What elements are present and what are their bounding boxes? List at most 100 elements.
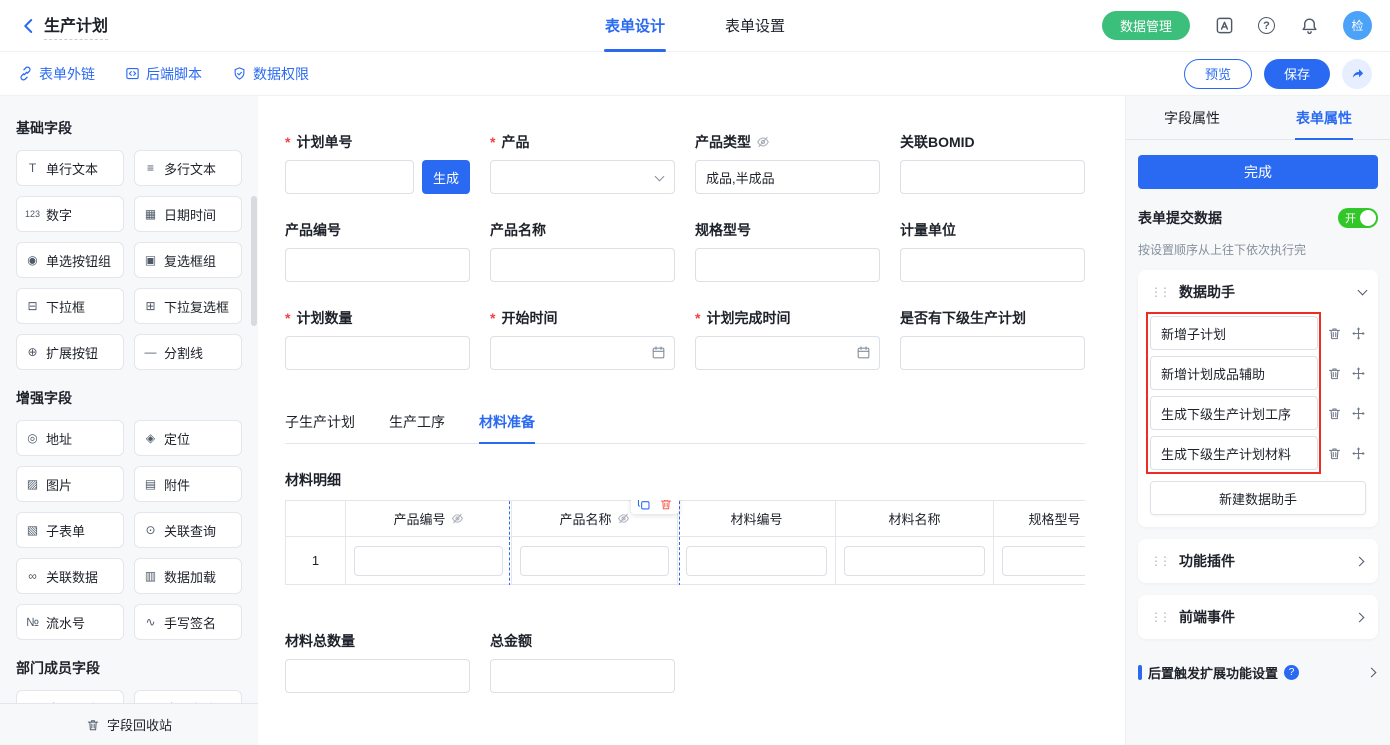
form-title[interactable]: 生产计划 bbox=[44, 12, 108, 40]
move-assistant-icon[interactable] bbox=[1351, 446, 1366, 461]
avatar[interactable]: 检 bbox=[1343, 11, 1372, 40]
external-link-action[interactable]: 表单外链 bbox=[18, 64, 95, 84]
col-header-material-code[interactable]: 材料编号 bbox=[678, 501, 836, 537]
has-sub-plan-input[interactable] bbox=[900, 336, 1085, 370]
field-plan-qty[interactable]: 计划数量 bbox=[285, 308, 470, 370]
tab-form-design[interactable]: 表单设计 bbox=[605, 0, 665, 52]
drag-handle-icon[interactable]: ⋮⋮ bbox=[1150, 285, 1171, 299]
help-icon[interactable]: ? bbox=[1284, 665, 1299, 680]
field-item-image[interactable]: ▨图片 bbox=[16, 466, 124, 502]
field-item-extend-button[interactable]: ⊕扩展按钮 bbox=[16, 334, 124, 370]
copy-column-icon[interactable] bbox=[637, 500, 651, 511]
field-item-multi-text[interactable]: ≡多行文本 bbox=[134, 150, 242, 186]
help-icon[interactable]: ? bbox=[1258, 17, 1275, 34]
field-item-lookup[interactable]: ⊙关联查询 bbox=[134, 512, 242, 548]
unit-input[interactable] bbox=[900, 248, 1085, 282]
field-plan-no[interactable]: 计划单号 生成 bbox=[285, 132, 470, 194]
delete-assistant-icon[interactable] bbox=[1327, 406, 1342, 421]
cell-material-name-input[interactable] bbox=[844, 546, 985, 576]
spec-input[interactable] bbox=[695, 248, 880, 282]
cell-material-code-input[interactable] bbox=[686, 546, 827, 576]
total-amount-input[interactable] bbox=[490, 659, 675, 693]
field-item-datetime[interactable]: ▦日期时间 bbox=[134, 196, 242, 232]
move-assistant-icon[interactable] bbox=[1351, 326, 1366, 341]
back-icon[interactable] bbox=[18, 15, 40, 37]
field-item-multi-select[interactable]: ⊞下拉复选框 bbox=[134, 288, 242, 324]
product-select[interactable] bbox=[490, 160, 675, 194]
col-header-product-name[interactable]: 产品名称 bbox=[512, 501, 678, 537]
notification-bell-icon[interactable] bbox=[1299, 16, 1319, 36]
field-item-data-load[interactable]: ▥数据加载 bbox=[134, 558, 242, 594]
cell-spec-input[interactable] bbox=[1002, 546, 1085, 576]
done-button[interactable]: 完成 bbox=[1138, 155, 1378, 189]
field-item-relation-data[interactable]: ∞关联数据 bbox=[16, 558, 124, 594]
field-item-single-text[interactable]: T单行文本 bbox=[16, 150, 124, 186]
data-manage-button[interactable]: 数据管理 bbox=[1102, 11, 1190, 40]
field-start-time[interactable]: 开始时间 bbox=[490, 308, 675, 370]
field-item-attachment[interactable]: ▤附件 bbox=[134, 466, 242, 502]
field-spec[interactable]: 规格型号 bbox=[695, 220, 880, 282]
field-item-serial-number[interactable]: №流水号 bbox=[16, 604, 124, 640]
field-product-name[interactable]: 产品名称 bbox=[490, 220, 675, 282]
field-product-code[interactable]: 产品编号 bbox=[285, 220, 470, 282]
move-assistant-icon[interactable] bbox=[1351, 406, 1366, 421]
col-header-spec[interactable]: 规格型号 bbox=[994, 501, 1086, 537]
field-recycle-bin[interactable]: 字段回收站 bbox=[0, 703, 258, 745]
sidebar-scrollbar[interactable] bbox=[251, 196, 257, 326]
tab-field-properties[interactable]: 字段属性 bbox=[1126, 96, 1258, 139]
drag-handle-icon[interactable]: ⋮⋮ bbox=[1150, 610, 1171, 624]
field-item-address[interactable]: ◎地址 bbox=[16, 420, 124, 456]
frontend-events-header[interactable]: ⋮⋮ 前端事件 bbox=[1150, 607, 1366, 627]
field-item-signature[interactable]: ∿手写签名 bbox=[134, 604, 242, 640]
preview-button[interactable]: 预览 bbox=[1184, 59, 1252, 89]
submit-data-toggle[interactable]: 开 bbox=[1338, 208, 1378, 228]
field-product-type[interactable]: 产品类型 bbox=[695, 132, 880, 194]
tab-sub-plan[interactable]: 子生产计划 bbox=[285, 412, 355, 443]
tab-form-properties[interactable]: 表单属性 bbox=[1258, 96, 1390, 139]
total-qty-input[interactable] bbox=[285, 659, 470, 693]
field-item-location[interactable]: ◈定位 bbox=[134, 420, 242, 456]
col-header-product-code[interactable]: 产品编号 bbox=[346, 501, 512, 537]
plan-no-input[interactable] bbox=[285, 160, 414, 194]
product-name-input[interactable] bbox=[490, 248, 675, 282]
delete-assistant-icon[interactable] bbox=[1327, 366, 1342, 381]
product-code-input[interactable] bbox=[285, 248, 470, 282]
move-assistant-icon[interactable] bbox=[1351, 366, 1366, 381]
field-item-checkbox-group[interactable]: ▣复选框组 bbox=[134, 242, 242, 278]
plan-qty-input[interactable] bbox=[285, 336, 470, 370]
bom-id-input[interactable] bbox=[900, 160, 1085, 194]
data-assistant-header[interactable]: ⋮⋮ 数据助手 bbox=[1150, 282, 1366, 302]
assistant-item[interactable]: 生成下级生产计划材料 bbox=[1150, 436, 1318, 470]
field-item-radio-group[interactable]: ◉单选按钮组 bbox=[16, 242, 124, 278]
assistant-item[interactable]: 新增子计划 bbox=[1150, 316, 1318, 350]
field-total-qty[interactable]: 材料总数量 bbox=[285, 631, 470, 693]
finish-time-input[interactable] bbox=[695, 336, 880, 370]
assistant-item[interactable]: 生成下级生产计划工序 bbox=[1150, 396, 1318, 430]
drag-handle-icon[interactable]: ⋮⋮ bbox=[1150, 554, 1171, 568]
new-data-assistant-button[interactable]: 新建数据助手 bbox=[1150, 481, 1366, 515]
generate-button[interactable]: 生成 bbox=[422, 160, 470, 194]
field-item-divider[interactable]: ―分割线 bbox=[134, 334, 242, 370]
start-time-input[interactable] bbox=[490, 336, 675, 370]
field-product[interactable]: 产品 bbox=[490, 132, 675, 194]
backend-script-action[interactable]: 后端脚本 bbox=[125, 64, 202, 84]
product-type-input[interactable] bbox=[695, 160, 880, 194]
field-bom-id[interactable]: 关联BOMID bbox=[900, 132, 1085, 194]
language-icon[interactable] bbox=[1214, 16, 1234, 36]
field-unit[interactable]: 计量单位 bbox=[900, 220, 1085, 282]
delete-assistant-icon[interactable] bbox=[1327, 446, 1342, 461]
post-trigger-settings[interactable]: 后置触发扩展功能设置 ? bbox=[1138, 663, 1378, 682]
field-has-sub-plan[interactable]: 是否有下级生产计划 bbox=[900, 308, 1085, 370]
plugin-header[interactable]: ⋮⋮ 功能插件 bbox=[1150, 551, 1366, 571]
tab-form-settings[interactable]: 表单设置 bbox=[725, 0, 785, 52]
tab-process[interactable]: 生产工序 bbox=[389, 412, 445, 443]
delete-assistant-icon[interactable] bbox=[1327, 326, 1342, 341]
delete-column-icon[interactable] bbox=[659, 500, 673, 511]
tab-material-prep[interactable]: 材料准备 bbox=[479, 412, 535, 443]
col-header-material-name[interactable]: 材料名称 bbox=[836, 501, 994, 537]
cell-product-code-input[interactable] bbox=[354, 546, 503, 576]
field-finish-time[interactable]: 计划完成时间 bbox=[695, 308, 880, 370]
save-button[interactable]: 保存 bbox=[1264, 59, 1330, 89]
field-item-subform[interactable]: ▧子表单 bbox=[16, 512, 124, 548]
cell-product-name-input[interactable] bbox=[520, 546, 669, 576]
